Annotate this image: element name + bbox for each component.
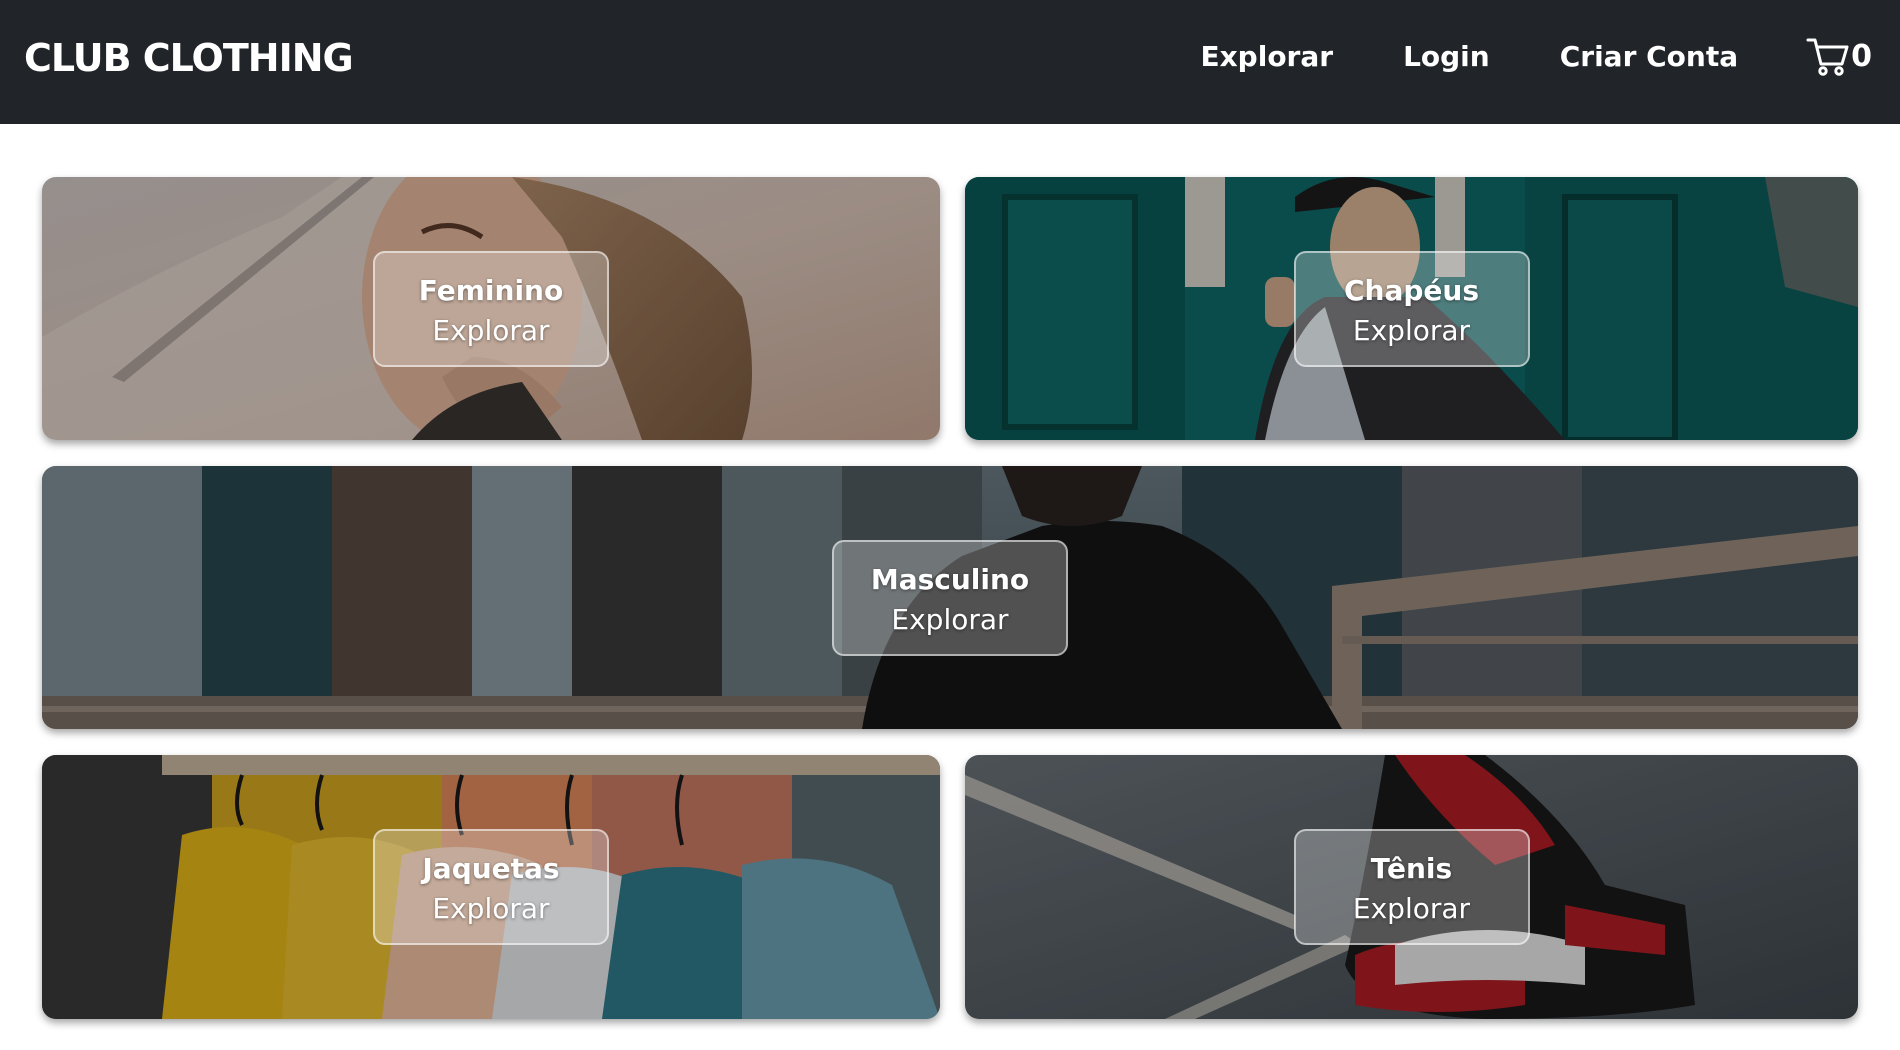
nav-links: Explorar Login Criar Conta 0 (1130, 34, 1872, 78)
cart-button[interactable]: 0 (1806, 34, 1872, 78)
category-label[interactable]: Jaquetas Explorar (373, 829, 609, 945)
cart-count: 0 (1851, 38, 1872, 74)
category-explore-link[interactable]: Explorar (395, 889, 587, 929)
category-title: Tênis (1370, 852, 1453, 885)
category-card-jaquetas[interactable]: Jaquetas Explorar (42, 755, 940, 1019)
site-logo[interactable]: CLUB CLOTHING (24, 36, 354, 80)
category-title: Jaquetas (422, 852, 560, 885)
category-card-masculino[interactable]: Masculino Explorar (42, 466, 1858, 729)
category-label[interactable]: Feminino Explorar (373, 250, 609, 367)
category-label[interactable]: Tênis Explorar (1293, 829, 1530, 945)
category-title: Chapéus (1343, 273, 1479, 307)
category-explore-link[interactable]: Explorar (1316, 889, 1508, 929)
category-explore-link[interactable]: Explorar (854, 600, 1046, 640)
cart-icon (1806, 38, 1849, 76)
nav-login-link[interactable]: Login (1403, 40, 1490, 73)
navbar: CLUB CLOTHING Explorar Login Criar Conta… (0, 0, 1900, 124)
category-title: Feminino (418, 273, 564, 307)
category-title: Masculino (870, 562, 1030, 596)
category-label[interactable]: Masculino Explorar (832, 539, 1068, 656)
category-card-feminino[interactable]: Feminino Explorar (42, 177, 940, 440)
category-card-chapeus[interactable]: Chapéus Explorar (965, 177, 1858, 440)
nav-explorar-link[interactable]: Explorar (1200, 40, 1333, 73)
category-card-tenis[interactable]: Tênis Explorar (965, 755, 1858, 1019)
category-explore-link[interactable]: Explorar (395, 311, 587, 351)
category-label[interactable]: Chapéus Explorar (1293, 250, 1530, 367)
nav-criar-conta-link[interactable]: Criar Conta (1560, 40, 1738, 73)
category-explore-link[interactable]: Explorar (1316, 311, 1508, 351)
